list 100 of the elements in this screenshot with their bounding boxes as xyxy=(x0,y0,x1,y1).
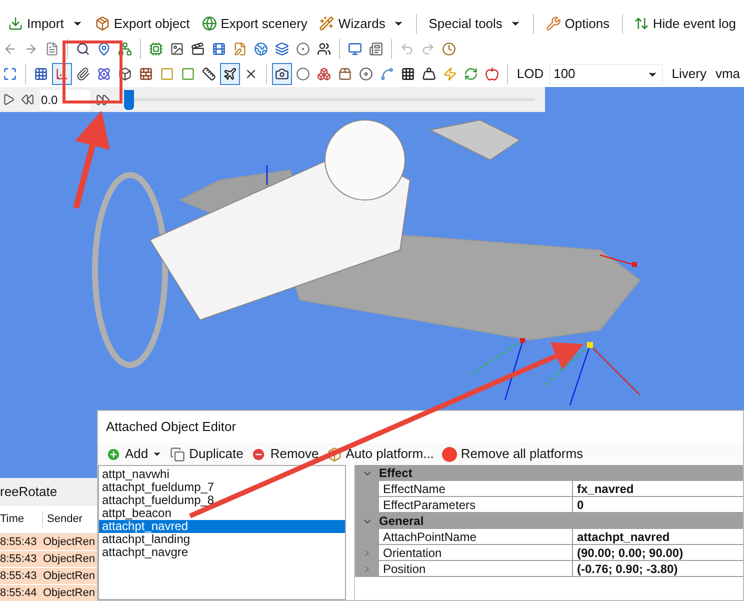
back-icon xyxy=(3,42,17,56)
toolbar-button[interactable]: Auto platform... xyxy=(326,444,434,464)
toolbar-button[interactable]: Export object xyxy=(90,12,194,34)
property-name: EffectParameters xyxy=(379,497,573,512)
list-item[interactable]: attpt_beacon xyxy=(99,507,345,520)
globe-icon xyxy=(202,16,217,31)
window-title: Attached Object Editor xyxy=(105,418,238,436)
toolbar-button[interactable] xyxy=(220,63,240,85)
wrench-icon xyxy=(546,16,561,31)
property-name: Position xyxy=(379,561,573,576)
list-item[interactable]: attachpt_navgre xyxy=(99,546,345,559)
expand-icon xyxy=(3,67,17,81)
plane-icon xyxy=(222,67,237,81)
toolbar-button[interactable]: Remove all platforms xyxy=(442,444,584,464)
category-header[interactable]: Effect xyxy=(355,465,743,481)
table-cell-text: ObjectRen xyxy=(42,586,95,601)
refresh-icon xyxy=(464,67,478,81)
cube-icon xyxy=(118,67,132,81)
table-cell-text: 8:55:44 xyxy=(0,586,38,601)
timeline-thumb[interactable] xyxy=(124,90,134,110)
forward-icon xyxy=(24,42,38,56)
list-item[interactable]: attachpt_fueldump_8 xyxy=(99,494,345,507)
toolbar-button[interactable]: Hide event log xyxy=(630,12,740,34)
toolbar-button[interactable]: Export scenery xyxy=(198,12,312,34)
tile-icon xyxy=(400,67,415,81)
panel-title: reeRotate xyxy=(0,478,100,506)
clapper-icon xyxy=(191,42,205,56)
list-item[interactable]: attpt_navwhi xyxy=(99,468,345,481)
copy-icon xyxy=(170,446,186,462)
apple-icon xyxy=(484,67,499,81)
square-icon xyxy=(160,67,174,81)
ruler-icon xyxy=(202,67,216,81)
table-cell-text: ObjectRen xyxy=(42,534,95,550)
fast-forward-icon[interactable] xyxy=(96,92,110,106)
undo-icon xyxy=(400,42,414,56)
lod-dropdown[interactable]: 100 xyxy=(548,64,663,84)
plus-icon xyxy=(106,446,121,462)
box-icon xyxy=(338,67,352,81)
table-cell-text: 8:55:43 xyxy=(0,534,38,550)
livery-label: Livery xyxy=(672,65,706,84)
column-header[interactable]: Sender xyxy=(42,511,82,528)
edit-icon xyxy=(233,42,247,56)
camera-icon xyxy=(274,67,289,81)
earth-icon xyxy=(254,42,268,56)
play-icon[interactable] xyxy=(2,93,15,106)
category-header[interactable]: General xyxy=(355,513,743,529)
import-icon xyxy=(8,16,23,31)
list-item[interactable]: attachpt_landing xyxy=(99,533,345,546)
redo-icon xyxy=(421,42,435,56)
toolbar-button[interactable]: Import xyxy=(4,12,87,34)
rewind-icon[interactable] xyxy=(21,93,34,106)
lod-label: LOD xyxy=(516,65,544,84)
toolbar-button[interactable]: Wizards xyxy=(315,12,408,34)
timeline-slider[interactable] xyxy=(124,90,535,110)
table-cell-text: ObjectRen xyxy=(42,568,95,584)
property-name: EffectName xyxy=(379,481,573,496)
toolbar-button[interactable]: Remove xyxy=(251,444,319,464)
curve-icon xyxy=(380,67,394,81)
monitor-icon xyxy=(348,42,362,56)
brick-icon xyxy=(138,67,153,81)
pin-icon xyxy=(97,42,111,56)
table-cell-text: ObjectRen xyxy=(42,552,95,567)
chip-icon xyxy=(149,42,163,56)
minus-icon xyxy=(251,446,266,462)
highlight-box xyxy=(62,40,122,104)
square-icon xyxy=(180,67,195,81)
toolbar-button[interactable]: Add xyxy=(106,444,162,464)
colored-cube-icon xyxy=(316,67,331,81)
list-item[interactable]: attachpt_navred xyxy=(99,520,345,533)
weight-icon xyxy=(422,67,436,81)
toolbar-button[interactable] xyxy=(272,63,292,85)
property-name: AttachPointName xyxy=(379,529,573,544)
layers-icon xyxy=(275,42,289,56)
report-icon xyxy=(369,42,383,56)
search-icon xyxy=(76,42,90,56)
wand-icon xyxy=(319,16,334,31)
toolbar-button[interactable]: Special tools xyxy=(424,12,526,34)
paperclip-icon xyxy=(76,67,90,81)
box-icon xyxy=(326,446,342,462)
toolbar-button[interactable]: Options xyxy=(542,12,614,34)
property-value[interactable]: attachpt_navred xyxy=(573,529,743,544)
table-cell-text: 8:55:43 xyxy=(0,552,38,567)
property-value[interactable]: (-0.76; 0.90; -3.80) xyxy=(573,561,743,576)
network-icon xyxy=(118,42,132,56)
figure-icon xyxy=(317,42,331,56)
column-header[interactable]: Time xyxy=(0,511,42,528)
list-item[interactable]: attachpt_fueldump_7 xyxy=(99,481,345,494)
grid-icon xyxy=(34,67,48,81)
property-name: Orientation xyxy=(379,545,573,560)
toolbar-button[interactable]: Duplicate xyxy=(170,444,244,464)
wireframe-sphere-icon xyxy=(296,67,310,81)
property-value[interactable]: (90.00; 0.00; 90.00) xyxy=(573,545,743,560)
clock-icon xyxy=(442,42,456,56)
axes-icon xyxy=(54,67,69,81)
property-value[interactable]: 0 xyxy=(573,497,743,512)
film-icon xyxy=(212,42,226,56)
property-value[interactable]: fx_navred xyxy=(573,481,743,496)
picture-icon xyxy=(170,42,184,56)
table-cell-text: 8:55:43 xyxy=(0,568,38,584)
document-icon xyxy=(45,42,59,56)
